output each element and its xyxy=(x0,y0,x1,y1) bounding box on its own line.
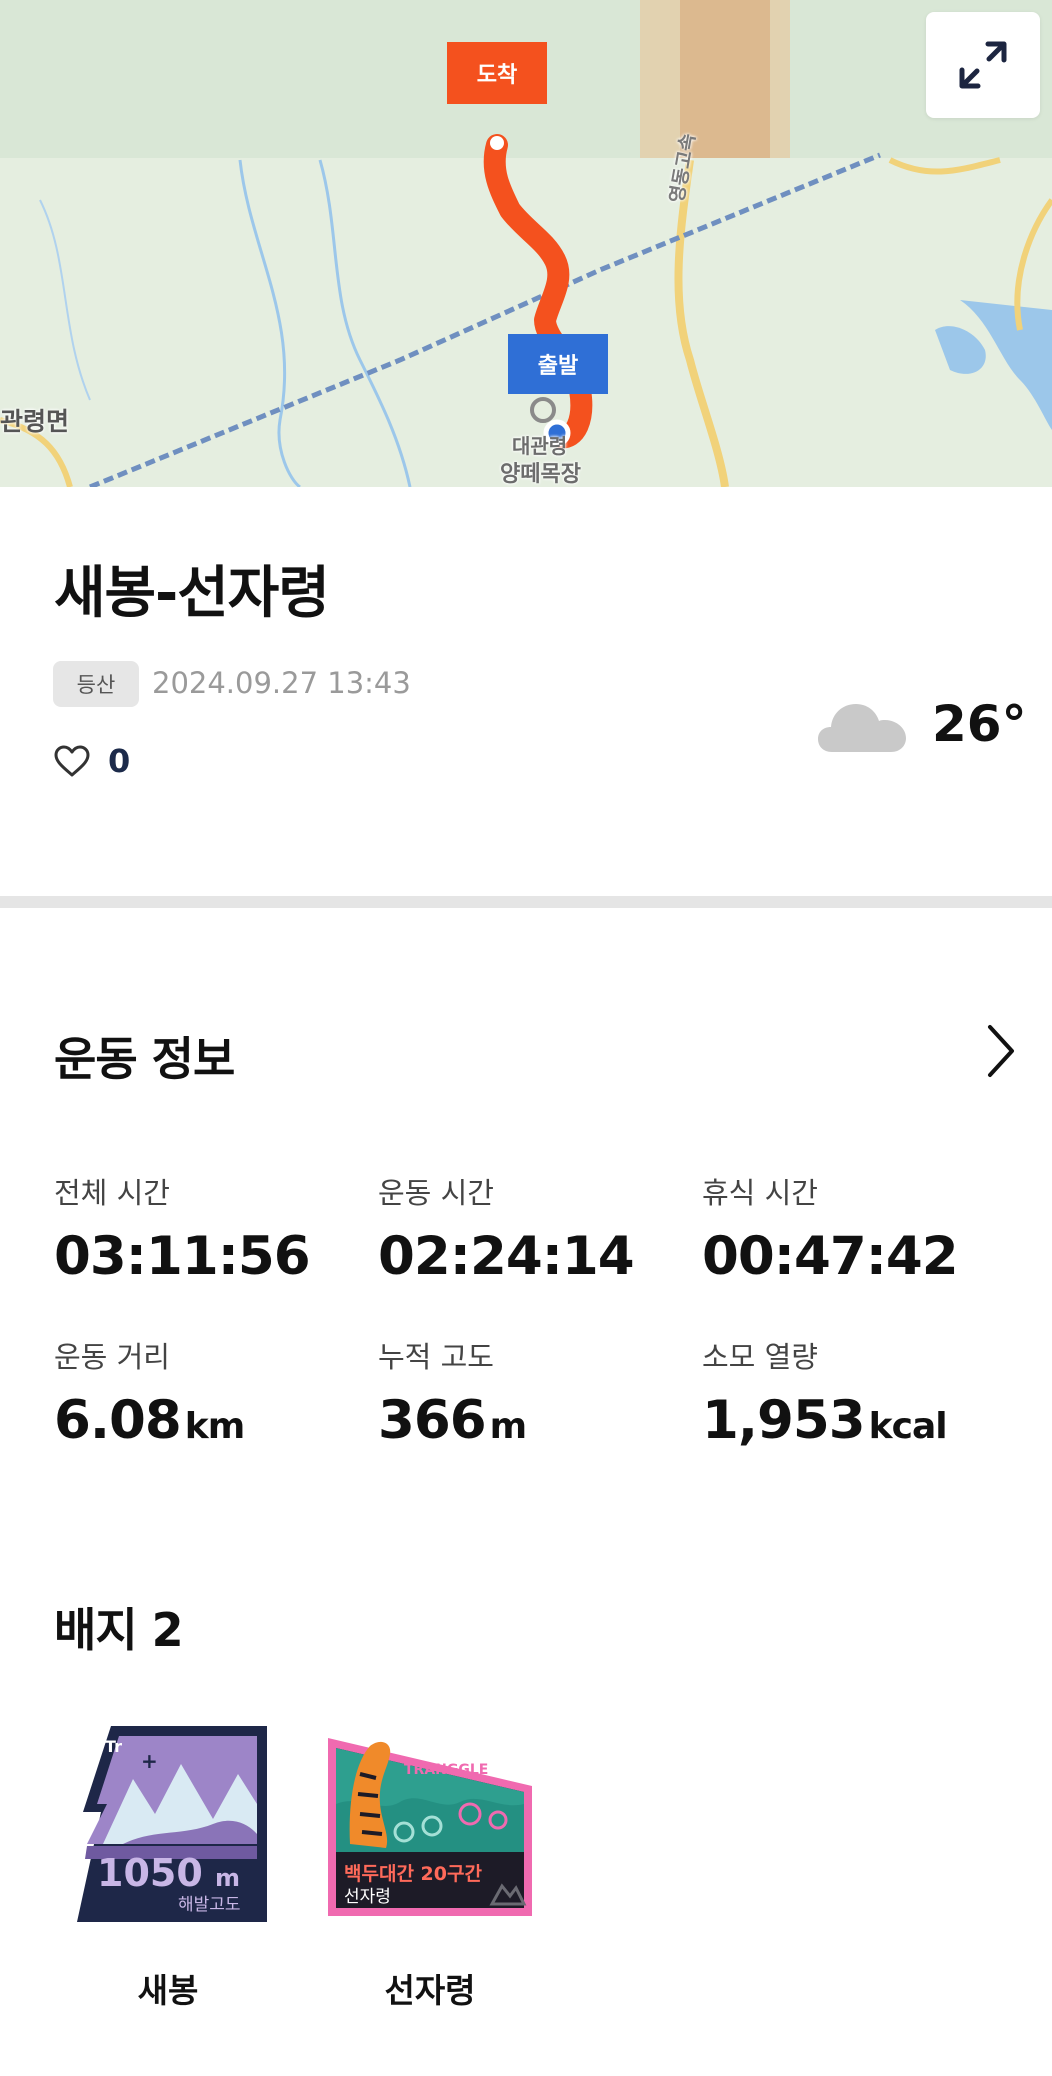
activity-datetime: 2024.09.27 13:43 xyxy=(152,666,411,700)
start-flag-label: 출발 xyxy=(537,354,579,379)
stat-total-time: 전체 시간 03:11:56 xyxy=(54,1170,354,1287)
stat-value: 02:24:14 xyxy=(378,1226,635,1287)
heart-outline-icon xyxy=(54,745,90,777)
map-label-area: 관령면 xyxy=(0,407,70,436)
stat-label: 휴식 시간 xyxy=(702,1176,818,1210)
stat-unit: kcal xyxy=(868,1406,948,1447)
stat-label: 소모 열량 xyxy=(702,1340,818,1374)
expand-map-button[interactable] xyxy=(926,12,1040,118)
stat-rest-time: 휴식 시간 00:47:42 xyxy=(702,1170,1002,1287)
stat-value: 366 m xyxy=(378,1390,528,1451)
stat-unit: m xyxy=(489,1406,528,1447)
chevron-right-icon xyxy=(988,1025,1014,1077)
stat-label: 운동 거리 xyxy=(54,1340,170,1374)
stat-value: 1,953 kcal xyxy=(702,1390,948,1451)
activity-title: 새봉-선자령 xyxy=(54,561,330,626)
end-flag: 도착 xyxy=(447,42,547,104)
like-count: 0 xyxy=(108,742,131,780)
stat-value: 00:47:42 xyxy=(702,1226,959,1287)
stat-calories: 소모 열량 1,953 kcal xyxy=(702,1334,1002,1451)
badges-title: 배지 2 xyxy=(54,1603,184,1657)
stat-label: 운동 시간 xyxy=(378,1176,494,1210)
badge-seonjaryeong[interactable]: TRANGGLE 백두대간 20구간 선자령 선자령 xyxy=(320,1724,540,2012)
stat-value: 03:11:56 xyxy=(54,1226,311,1287)
stat-label: 누적 고도 xyxy=(378,1340,494,1374)
weather-info: 26° xyxy=(818,694,1027,754)
svg-text:+: + xyxy=(141,1749,158,1773)
badge-art-sub: 선자령 xyxy=(344,1887,391,1907)
badge-name: 선자령 xyxy=(384,1971,476,2010)
route-map[interactable]: 도착 출발 관령면 대관령 양떼목장 영동고속 xyxy=(0,0,1052,487)
section-divider xyxy=(0,896,1052,908)
like-button[interactable]: 0 xyxy=(54,742,130,780)
badge-baekdudaegan-image: TRANGGLE 백두대간 20구간 선자령 xyxy=(328,1738,532,1916)
expand-arrows-icon xyxy=(959,41,1007,89)
temperature: 26° xyxy=(932,695,1027,753)
exercise-info-detail-button[interactable] xyxy=(984,1023,1018,1083)
svg-text:Tr: Tr xyxy=(105,1737,122,1756)
badge-name: 새봉 xyxy=(137,1971,199,2010)
map-label-place-1: 대관령 xyxy=(512,434,568,458)
badge-art-brand: TRANGGLE xyxy=(404,1762,488,1778)
start-flag: 출발 xyxy=(508,334,608,394)
stat-elevation: 누적 고도 366 m xyxy=(378,1334,678,1451)
badge-altitude-image: + Tr 1050 m 해발고도 xyxy=(77,1726,267,1922)
stat-distance: 운동 거리 6.08 km xyxy=(54,1334,354,1451)
stat-exercise-time: 운동 시간 02:24:14 xyxy=(378,1170,678,1287)
activity-type-tag: 등산 xyxy=(53,661,139,707)
end-flag-label: 도착 xyxy=(476,63,518,88)
stat-unit: km xyxy=(184,1406,245,1447)
stat-value: 6.08 km xyxy=(54,1390,245,1451)
badge-art-sub: 해발고도 xyxy=(178,1895,241,1915)
map-label-place-2: 양떼목장 xyxy=(500,462,581,487)
badge-art-unit: m xyxy=(215,1864,240,1892)
stat-label: 전체 시간 xyxy=(54,1176,170,1210)
cloud-icon xyxy=(818,704,906,752)
badge-art-main: 1050 xyxy=(97,1851,203,1895)
badge-art-main: 백두대간 20구간 xyxy=(344,1863,482,1885)
exercise-info-title: 운동 정보 xyxy=(54,1032,235,1086)
badge-saebong[interactable]: + Tr 1050 m 해발고도 새봉 xyxy=(58,1724,278,2012)
